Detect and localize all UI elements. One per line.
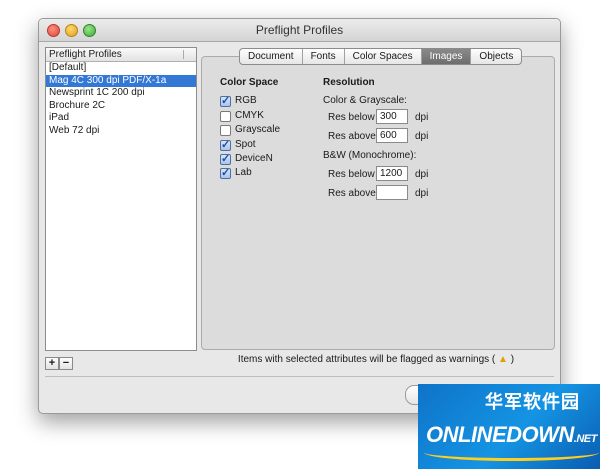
profile-list-header-label: Preflight Profiles [49, 49, 122, 60]
profile-item[interactable]: [Default] [46, 62, 196, 75]
profile-item[interactable]: Web 72 dpi [46, 125, 196, 138]
dpi-unit: dpi [415, 188, 429, 199]
res-below-label: Res below [328, 112, 375, 123]
profile-item[interactable]: Brochure 2C [46, 100, 196, 113]
tab-fonts[interactable]: Fonts [303, 49, 345, 64]
tab-color-spaces[interactable]: Color Spaces [345, 49, 422, 64]
checkbox-label: Grayscale [235, 124, 281, 135]
warning-triangle-icon: ▲ [498, 354, 508, 365]
checkbox-label: Spot [235, 139, 256, 150]
checkbox-grayscale[interactable]: Grayscale [220, 124, 280, 136]
color-res-below-input[interactable]: 300 [376, 109, 408, 124]
checkbox-box[interactable] [220, 110, 231, 122]
onlinedown-watermark: 华军软件园 ONLINEDOWN.NET [418, 384, 600, 469]
checkbox-spot[interactable]: ✓ Spot [220, 139, 256, 151]
column-separator [183, 50, 184, 59]
res-below-label: Res below [328, 169, 375, 180]
bw-heading: B&W (Monochrome): [323, 150, 417, 161]
watermark-chinese-text: 华军软件园 [485, 392, 580, 412]
profile-item[interactable]: Newsprint 1C 200 dpi [46, 87, 196, 100]
checkbox-lab[interactable]: ✓ Lab [220, 167, 252, 179]
checkbox-devicen[interactable]: ✓ DeviceN [220, 153, 273, 165]
checkbox-rgb[interactable]: ✓ RGB [220, 95, 257, 107]
bw-res-below-input[interactable]: 1200 [376, 166, 408, 181]
watermark-swoosh [424, 444, 599, 461]
add-profile-button[interactable]: + [45, 357, 59, 370]
color-space-heading: Color Space [220, 77, 279, 88]
profile-list-header[interactable]: Preflight Profiles [46, 48, 196, 62]
color-res-above-input[interactable]: 600 [376, 128, 408, 143]
profile-list[interactable]: Preflight Profiles [Default] Mag 4C 300 … [45, 47, 197, 351]
warning-note: Items with selected attributes will be f… [201, 354, 551, 365]
checkbox-cmyk[interactable]: CMYK [220, 110, 264, 122]
tab-bar: Document Fonts Color Spaces Images Objec… [239, 48, 523, 65]
dpi-unit: dpi [415, 112, 429, 123]
res-above-label: Res above [328, 188, 376, 199]
warning-note-text: Items with selected attributes will be f… [237, 354, 496, 365]
tab-images[interactable]: Images [421, 49, 472, 64]
profile-item-selected[interactable]: Mag 4C 300 dpi PDF/X-1a [46, 74, 196, 87]
dpi-unit: dpi [415, 169, 429, 180]
checkbox-label: Lab [235, 167, 252, 178]
profile-item[interactable]: iPad [46, 112, 196, 125]
checkbox-box[interactable]: ✓ [220, 95, 231, 107]
warning-note-close: ) [510, 354, 515, 365]
remove-profile-button[interactable]: − [59, 357, 73, 370]
checkbox-label: RGB [235, 95, 257, 106]
checkbox-box[interactable]: ✓ [220, 167, 231, 179]
bw-res-above-input[interactable] [376, 185, 408, 200]
checkbox-label: CMYK [235, 110, 264, 121]
checkbox-box[interactable]: ✓ [220, 139, 231, 151]
dpi-unit: dpi [415, 131, 429, 142]
res-above-label: Res above [328, 131, 376, 142]
color-grayscale-heading: Color & Grayscale: [323, 95, 407, 106]
checkbox-label: DeviceN [235, 153, 273, 164]
preflight-profiles-window: Preflight Profiles Preflight Profiles [D… [38, 18, 561, 414]
window-title: Preflight Profiles [255, 23, 344, 37]
tab-objects[interactable]: Objects [471, 49, 521, 64]
checkbox-box[interactable]: ✓ [220, 153, 231, 165]
checkbox-box[interactable] [220, 124, 231, 136]
resolution-heading: Resolution [323, 77, 375, 88]
title-bar: Preflight Profiles [39, 19, 560, 42]
tab-document[interactable]: Document [240, 49, 303, 64]
bottom-separator [45, 376, 554, 377]
